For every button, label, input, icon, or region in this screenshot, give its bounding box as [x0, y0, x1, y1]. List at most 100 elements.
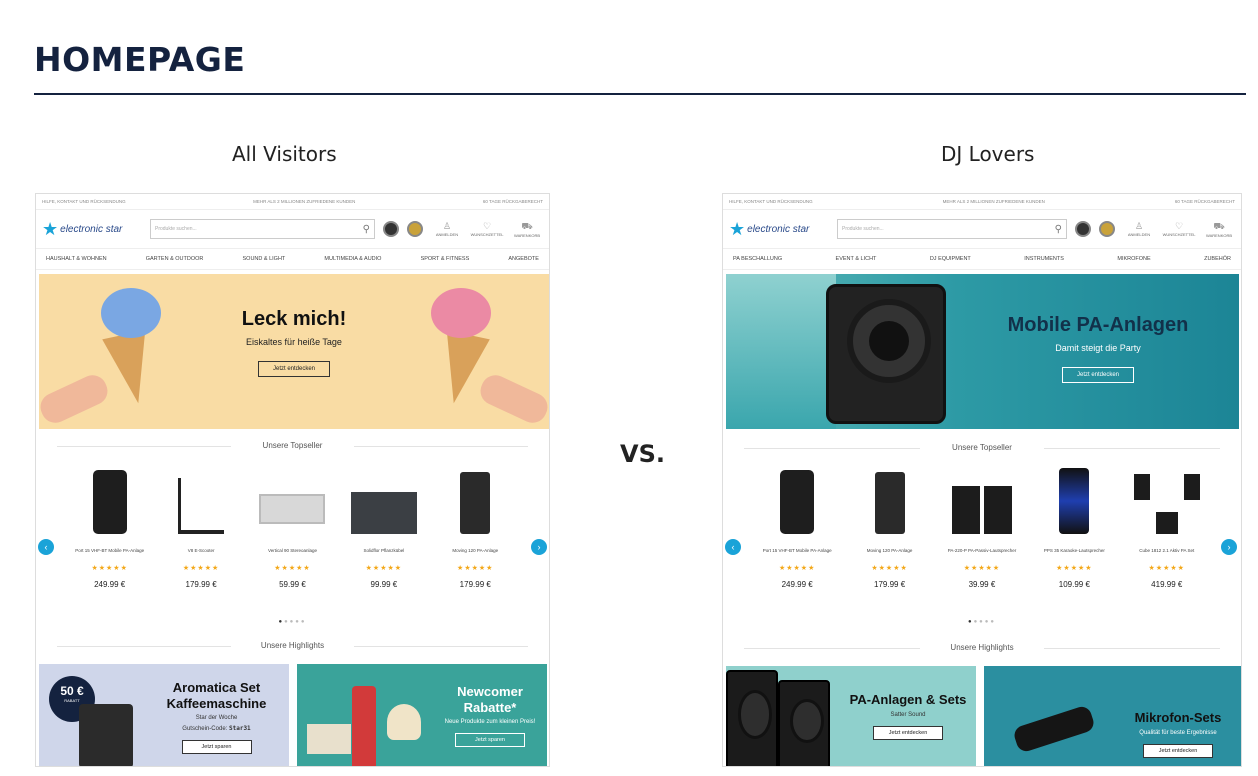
radio-image	[307, 724, 351, 754]
nav-item[interactable]: MULTIMEDIA & AUDIO	[324, 256, 381, 262]
wishlist-button[interactable]: ♡ WUNSCHZETTEL	[1163, 221, 1196, 237]
carousel-dots[interactable]: ●●●●●	[723, 619, 1241, 625]
carousel-dots[interactable]: ●●●●●	[36, 619, 549, 625]
help-link[interactable]: HILFE, KONTAKT UND RÜCKSENDUNG	[42, 199, 126, 204]
nav-item[interactable]: PA BESCHALLUNG	[733, 256, 782, 262]
product-card[interactable]: Port 15 VHF-BT Mobile PA-Anlage ★★★★★ 24…	[67, 462, 152, 612]
product-card[interactable]: V8 E-Scooter ★★★★★ 179.99 €	[159, 462, 244, 612]
blue-icecream-image	[101, 288, 161, 338]
product-image	[257, 462, 327, 534]
pa-sets-cta-button[interactable]: Jetzt entdecken	[873, 725, 943, 740]
topseller-carousel: Port 15 VHF-BT Mobile PA-Anlage ★★★★★ 24…	[36, 462, 549, 612]
award-badge-icon	[1099, 221, 1115, 237]
cart-button[interactable]: ⛟ WARENKORB	[1203, 221, 1235, 238]
rating-stars: ★★★★★	[963, 565, 1001, 572]
topseller-heading: Unsere Topseller	[723, 443, 1241, 452]
left-heading: All Visitors	[232, 142, 337, 166]
rating-stars: ★★★★★	[91, 565, 128, 572]
rating-stars: ★★★★★	[778, 565, 816, 572]
wishlist-button[interactable]: ♡ WUNSCHZETTEL	[471, 221, 504, 237]
nav-item[interactable]: INSTRUMENTS	[1024, 256, 1064, 262]
search-icon[interactable]: ⚲	[1055, 224, 1062, 235]
blender-image	[352, 686, 376, 766]
help-link[interactable]: HILFE, KONTAKT UND RÜCKSENDUNG	[729, 199, 813, 204]
top-info-bar: HILFE, KONTAKT UND RÜCKSENDUNG MEHR ALS …	[36, 194, 549, 210]
product-image	[1039, 462, 1109, 534]
login-button[interactable]: ♙ ANMELDEN	[1123, 221, 1155, 237]
logo[interactable]: ★ electronic star	[729, 220, 829, 238]
product-price: 99.99 €	[370, 580, 398, 589]
product-card[interactable]: Moving 120 PA-Anlage ★★★★★ 179.99 €	[847, 462, 932, 612]
product-card[interactable]: PPS 35 Karaoke-Lautsprecher ★★★★★ 109.99…	[1032, 462, 1117, 612]
nav-item[interactable]: SPORT & FITNESS	[421, 256, 470, 262]
title-divider	[34, 93, 1246, 95]
product-price: 249.99 €	[781, 580, 813, 589]
nav-item[interactable]: EVENT & LICHT	[836, 256, 877, 262]
coffee-cta-button[interactable]: Jetzt sparen	[181, 740, 252, 755]
user-icon: ♙	[1134, 221, 1144, 231]
product-price: 39.99 €	[968, 580, 996, 589]
speaker-image	[778, 680, 830, 766]
nav-item[interactable]: DJ EQUIPMENT	[930, 256, 971, 262]
tile-text: PA-Anlagen & Sets Satter Sound Jetzt ent…	[846, 692, 970, 740]
product-image	[349, 462, 419, 534]
microphone-cta-button[interactable]: Jetzt entdecken	[1143, 743, 1213, 758]
all-visitors-homepage: HILFE, KONTAKT UND RÜCKSENDUNG MEHR ALS …	[35, 193, 550, 767]
topseller-heading: Unsere Topseller	[36, 441, 549, 450]
rating-stars: ★★★★★	[1056, 565, 1093, 572]
rating-stars: ★★★★★	[1148, 565, 1185, 572]
cart-icon: ⛟	[1213, 220, 1225, 231]
newcomer-tile[interactable]: Newcomer Rabatte* Neue Produkte zum klei…	[297, 664, 547, 766]
vs-label: VS.	[620, 440, 665, 468]
hero-title: Mobile PA-Anlagen	[1007, 314, 1189, 336]
microphone-tile[interactable]: Mikrofon-Sets Qualität für beste Ergebni…	[984, 666, 1241, 766]
main-nav: PA BESCHALLUNG EVENT & LICHT DJ EQUIPMEN…	[723, 248, 1241, 270]
newcomer-cta-button[interactable]: Jetzt sparen	[455, 733, 525, 748]
tile-text: Mikrofon-Sets Qualität für beste Ergebni…	[1114, 710, 1241, 758]
heart-icon: ♡	[482, 221, 492, 231]
topseller-carousel: Port 15 VHF-BT Mobile PA-Anlage ★★★★★ 24…	[723, 462, 1241, 612]
product-price: 179.99 €	[874, 580, 906, 589]
product-card[interactable]: Moving 120 PA-Anlage ★★★★★ 179.99 €	[433, 462, 518, 612]
hero-banner[interactable]: Leck mich! Eiskaltes für heiße Tage Jetz…	[36, 274, 549, 429]
pa-speaker-image	[826, 284, 946, 424]
nav-item[interactable]: MIKROFONE	[1117, 256, 1150, 262]
award-badge-icon	[407, 221, 423, 237]
page-title: HOMEPAGE	[34, 40, 246, 79]
hero-cta-button[interactable]: Jetzt entdecken	[1061, 367, 1135, 383]
nav-item[interactable]: HAUSHALT & WOHNEN	[46, 256, 107, 262]
product-card[interactable]: PA-220-P PA-Passiv-Lautsprecher ★★★★★ 39…	[939, 462, 1024, 612]
hero-cta-button[interactable]: Jetzt entdecken	[257, 361, 331, 377]
tile-text: Newcomer Rabatte* Neue Produkte zum klei…	[435, 684, 545, 748]
pa-sets-tile[interactable]: PA-Anlagen & Sets Satter Sound Jetzt ent…	[726, 666, 976, 766]
nav-item[interactable]: SOUND & LIGHT	[243, 256, 286, 262]
product-image	[440, 462, 510, 534]
product-image	[947, 462, 1017, 534]
star-logo-icon: ★	[729, 219, 746, 239]
search-icon[interactable]: ⚲	[363, 224, 370, 235]
cart-button[interactable]: ⛟ WARENKORB	[511, 221, 543, 238]
coffee-tile[interactable]: 50 € RABATT Aromatica Set Kaffeemaschine…	[39, 664, 289, 766]
rating-stars: ★★★★★	[871, 565, 908, 572]
product-price: 179.99 €	[459, 580, 491, 589]
product-price: 109.99 €	[1058, 580, 1090, 589]
nav-item[interactable]: ANGEBOTE	[508, 256, 539, 262]
right-heading: DJ Lovers	[941, 142, 1035, 166]
customers-info: MEHR ALS 2 MILLIONEN ZUFRIEDENE KUNDEN	[253, 199, 356, 204]
product-card[interactable]: Port 15 VHF-BT Mobile PA-Anlage ★★★★★ 24…	[755, 462, 840, 612]
hand-image	[36, 370, 113, 428]
product-card[interactable]: Vertical 90 Stereoanlage ★★★★★ 59.99 €	[250, 462, 335, 612]
top-info-bar: HILFE, KONTAKT UND RÜCKSENDUNG MEHR ALS …	[723, 194, 1241, 210]
customers-info: MEHR ALS 2 MILLIONEN ZUFRIEDENE KUNDEN	[942, 199, 1045, 204]
logo[interactable]: ★ electronic star	[42, 220, 142, 238]
product-card[interactable]: Cube 1812 2.1 Aktiv PA Set ★★★★★ 419.99 …	[1124, 462, 1209, 612]
hero-banner[interactable]: Mobile PA-Anlagen Damit steigt die Party…	[726, 274, 1239, 429]
rating-stars: ★★★★★	[182, 565, 220, 572]
nav-item[interactable]: GARTEN & OUTDOOR	[146, 256, 204, 262]
login-button[interactable]: ♙ ANMELDEN	[431, 221, 463, 237]
product-price: 59.99 €	[279, 580, 306, 589]
search-input[interactable]: Produkte suchen... ⚲	[837, 219, 1067, 239]
product-card[interactable]: Solidflor Pflanzkübel ★★★★★ 99.99 €	[341, 462, 426, 612]
nav-item[interactable]: ZUBEHÖR	[1204, 256, 1231, 262]
search-input[interactable]: Produkte suchen... ⚲	[150, 219, 375, 239]
